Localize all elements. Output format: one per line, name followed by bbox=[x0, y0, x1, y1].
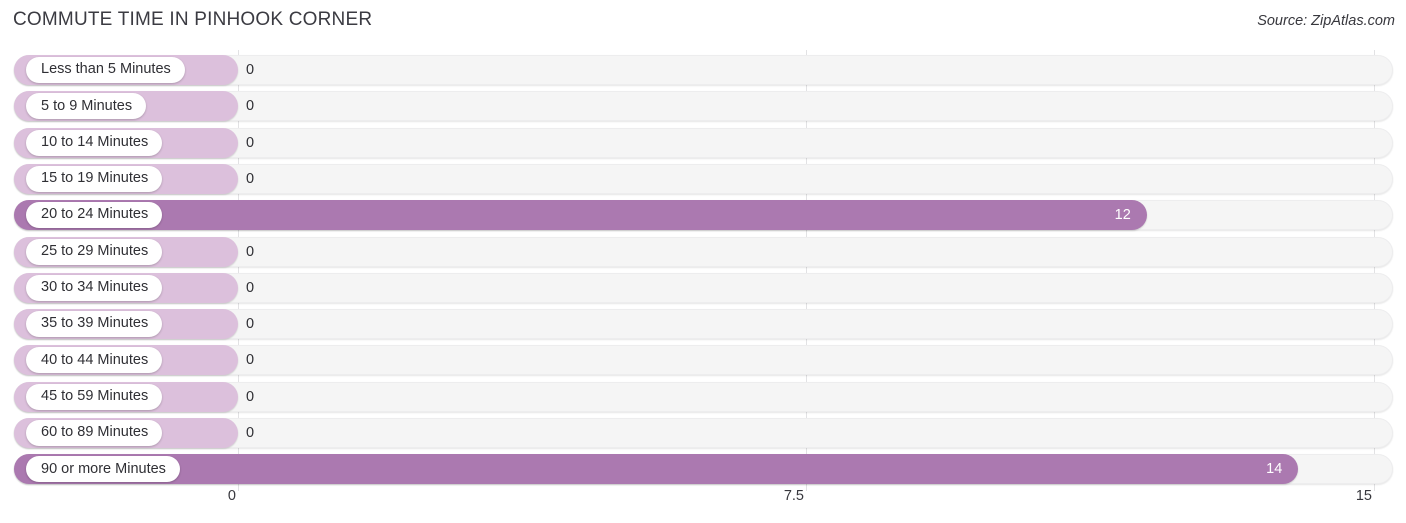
x-axis: 0 7.5 15 bbox=[0, 488, 1406, 516]
x-tick-label: 7.5 bbox=[783, 488, 804, 504]
bar-value-label: 0 bbox=[246, 352, 255, 369]
bar-row: 90 or more Minutes 14 bbox=[0, 454, 1406, 485]
bar-category-text: Less than 5 Minutes bbox=[41, 61, 171, 78]
bar-value-label: 0 bbox=[246, 279, 255, 296]
bar-category-label: 45 to 59 Minutes bbox=[26, 383, 163, 410]
bar-category-text: 35 to 39 Minutes bbox=[41, 315, 149, 332]
bar-category-text: 60 to 89 Minutes bbox=[41, 424, 149, 441]
bar-row: 15 to 19 Minutes 0 bbox=[0, 163, 1406, 194]
bar-value-label: 0 bbox=[246, 170, 255, 187]
page-title: COMMUTE TIME IN PINHOOK CORNER bbox=[13, 9, 373, 30]
bar-category-label: 10 to 14 Minutes bbox=[26, 129, 163, 156]
bar-row: 45 to 59 Minutes 0 bbox=[0, 381, 1406, 412]
x-tick-label: 0 bbox=[227, 488, 236, 504]
bar-row: 40 to 44 Minutes 0 bbox=[0, 345, 1406, 376]
bar-category-text: 45 to 59 Minutes bbox=[41, 387, 149, 404]
bar-category-text: 10 to 14 Minutes bbox=[41, 133, 149, 150]
bar-row: 35 to 39 Minutes 0 bbox=[0, 309, 1406, 340]
bar-category-label: 25 to 29 Minutes bbox=[26, 238, 163, 265]
bar-value-label: 0 bbox=[246, 62, 255, 78]
bar-category-label: 30 to 34 Minutes bbox=[26, 274, 163, 301]
bar-value-label: 0 bbox=[246, 425, 255, 441]
bar-category-label: 40 to 44 Minutes bbox=[26, 347, 163, 374]
x-tick-label: 15 bbox=[1355, 488, 1372, 504]
bar-value-label: 0 bbox=[246, 243, 255, 260]
bar-value-label: 0 bbox=[246, 134, 255, 151]
bar-category-text: 30 to 34 Minutes bbox=[41, 279, 149, 296]
bar-category-label: Less than 5 Minutes bbox=[26, 57, 185, 83]
plot-area: Less than 5 Minutes 0 5 to 9 Minutes 0 10 to… bbox=[0, 50, 1406, 491]
bar-category-label: 35 to 39 Minutes bbox=[26, 311, 163, 338]
bar-row: 5 to 9 Minutes 0 bbox=[0, 91, 1406, 122]
bar-row: 30 to 34 Minutes 0 bbox=[0, 272, 1406, 303]
bar-category-label: 15 to 19 Minutes bbox=[26, 165, 163, 192]
chart-root: COMMUTE TIME IN PINHOOK CORNER Source: Z… bbox=[0, 0, 1406, 523]
bar-category-text: 25 to 29 Minutes bbox=[41, 242, 149, 259]
bar-value-label: 0 bbox=[246, 316, 255, 333]
bar-category-label: 60 to 89 Minutes bbox=[26, 420, 163, 446]
bar-value-label: 12 bbox=[1114, 207, 1131, 224]
bar-row: Less than 5 Minutes 0 bbox=[0, 55, 1406, 85]
bar-row: 20 to 24 Minutes 12 bbox=[0, 200, 1406, 231]
bar-category-text: 15 to 19 Minutes bbox=[41, 170, 149, 187]
bar-category-text: 5 to 9 Minutes bbox=[41, 97, 133, 114]
bar-row: 25 to 29 Minutes 0 bbox=[0, 236, 1406, 267]
bar-value-label: 0 bbox=[246, 388, 255, 405]
bar-value-label: 14 bbox=[1266, 461, 1283, 478]
bar-category-text: 40 to 44 Minutes bbox=[41, 351, 149, 368]
bar-category-label: 5 to 9 Minutes bbox=[26, 93, 147, 120]
bar-value-label: 0 bbox=[246, 98, 255, 115]
source-attribution: Source: ZipAtlas.com bbox=[1257, 13, 1395, 29]
bar-row: 10 to 14 Minutes 0 bbox=[0, 127, 1406, 158]
bar-row: 60 to 89 Minutes 0 bbox=[0, 418, 1406, 448]
